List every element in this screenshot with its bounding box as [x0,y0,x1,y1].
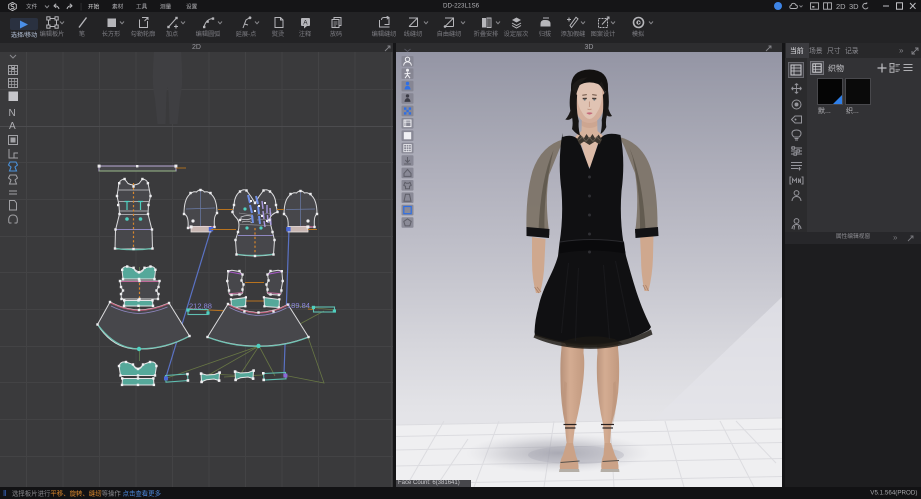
svg-text:189.84: 189.84 [287,301,310,310]
svg-text:3D: 3D [849,2,859,10]
svg-text:2D: 2D [836,2,846,10]
svg-text:A: A [303,20,308,27]
